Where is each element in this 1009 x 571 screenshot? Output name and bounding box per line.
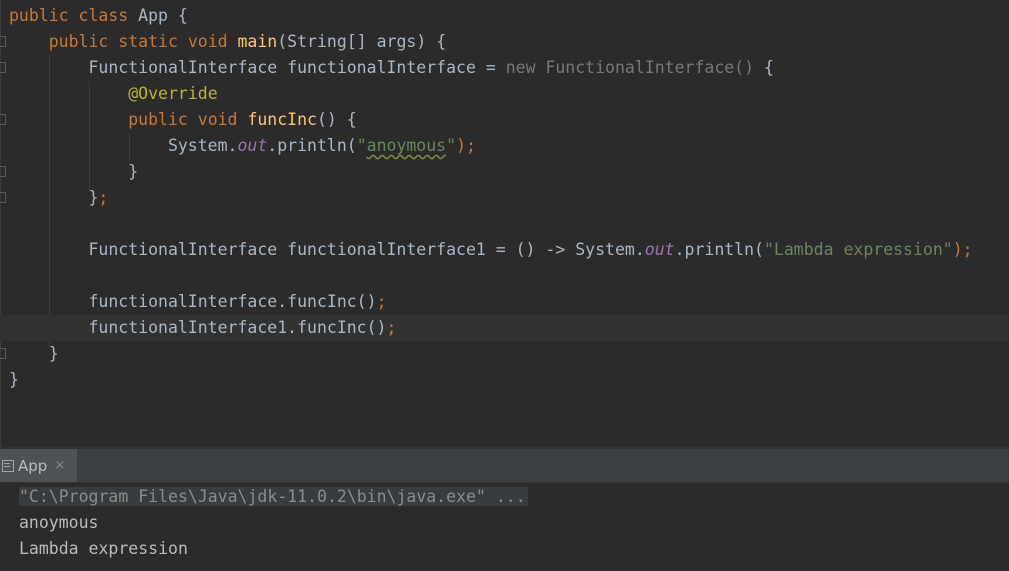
fold-marker-icon[interactable] <box>0 348 6 359</box>
code-token: public class <box>9 6 139 25</box>
run-tab-app[interactable]: App × <box>0 449 77 482</box>
close-icon[interactable]: × <box>54 458 65 473</box>
code-token: } <box>9 162 139 181</box>
code-token: ); <box>952 240 973 259</box>
fold-marker-icon[interactable] <box>0 166 6 177</box>
code-line[interactable]: public static void main(String[] args) { <box>9 29 446 55</box>
code-line[interactable]: FunctionalInterface functionalInterface1… <box>9 237 973 263</box>
code-token: FunctionalInterface functionalInterface1… <box>9 240 645 259</box>
code-token: } <box>9 344 59 363</box>
code-line[interactable]: }; <box>9 185 108 211</box>
run-tab-label: App <box>18 456 48 475</box>
code-token: public static void <box>48 32 238 51</box>
run-tool-window-header: App × <box>0 449 1009 483</box>
code-token: functionalInterface.funcInc() <box>9 292 377 311</box>
code-token: " <box>356 136 367 155</box>
code-token: ; <box>386 318 397 337</box>
code-token: main <box>237 32 278 51</box>
console-line: anoymous <box>19 513 99 532</box>
code-token: " <box>446 136 457 155</box>
code-token: System. <box>9 136 238 155</box>
code-token: FunctionalInterface functionalInterface … <box>9 58 506 77</box>
code-token: .println( <box>267 136 357 155</box>
code-line[interactable]: public void funcInc() { <box>9 107 357 133</box>
code-line[interactable]: @Override <box>9 81 218 107</box>
code-token: "Lambda expression" <box>763 240 953 259</box>
fold-marker-icon[interactable] <box>0 62 6 73</box>
code-token: functionalInterface1.funcInc() <box>9 318 387 337</box>
code-token: @Override <box>128 84 218 103</box>
console-line: "C:\Program Files\Java\jdk-11.0.2\bin\ja… <box>19 484 528 510</box>
code-token: } <box>9 188 99 207</box>
code-token: public void <box>128 110 248 129</box>
code-line-current[interactable]: functionalInterface1.funcInc(); <box>0 315 1009 341</box>
code-token: App { <box>138 6 188 25</box>
code-token: ; <box>98 188 109 207</box>
code-token: ; <box>376 292 387 311</box>
code-token: out <box>644 240 675 259</box>
code-line[interactable]: } <box>9 159 138 185</box>
fold-marker-icon[interactable] <box>0 192 6 203</box>
fold-marker-icon[interactable] <box>0 114 6 125</box>
console-line: Lambda expression <box>19 539 188 558</box>
code-token: anoymous <box>366 136 447 155</box>
code-token: (String[] args) { <box>277 32 447 51</box>
code-line[interactable]: FunctionalInterface functionalInterface … <box>9 55 774 81</box>
console-command: "C:\Program Files\Java\jdk-11.0.2\bin\ja… <box>19 487 528 506</box>
fold-marker-icon[interactable] <box>0 36 6 47</box>
code-token: .println( <box>674 240 764 259</box>
code-token: new FunctionalInterface() <box>505 58 755 77</box>
code-token: ); <box>456 136 476 155</box>
code-line[interactable]: } <box>9 341 59 367</box>
code-line[interactable]: public class App { <box>9 3 188 29</box>
code-token: } <box>9 370 19 389</box>
code-token: { <box>754 58 774 77</box>
code-token: () { <box>316 110 357 129</box>
code-editor[interactable]: public class App { public static void ma… <box>0 0 1009 447</box>
run-console-output[interactable]: "C:\Program Files\Java\jdk-11.0.2\bin\ja… <box>0 483 1009 571</box>
code-line[interactable]: System.out.println("anoymous"); <box>9 133 476 159</box>
console-icon <box>2 459 14 472</box>
code-line[interactable]: functionalInterface.funcInc(); <box>9 289 387 315</box>
code-line[interactable]: } <box>9 367 19 393</box>
code-token: funcInc <box>247 110 317 129</box>
code-token: out <box>237 136 268 155</box>
